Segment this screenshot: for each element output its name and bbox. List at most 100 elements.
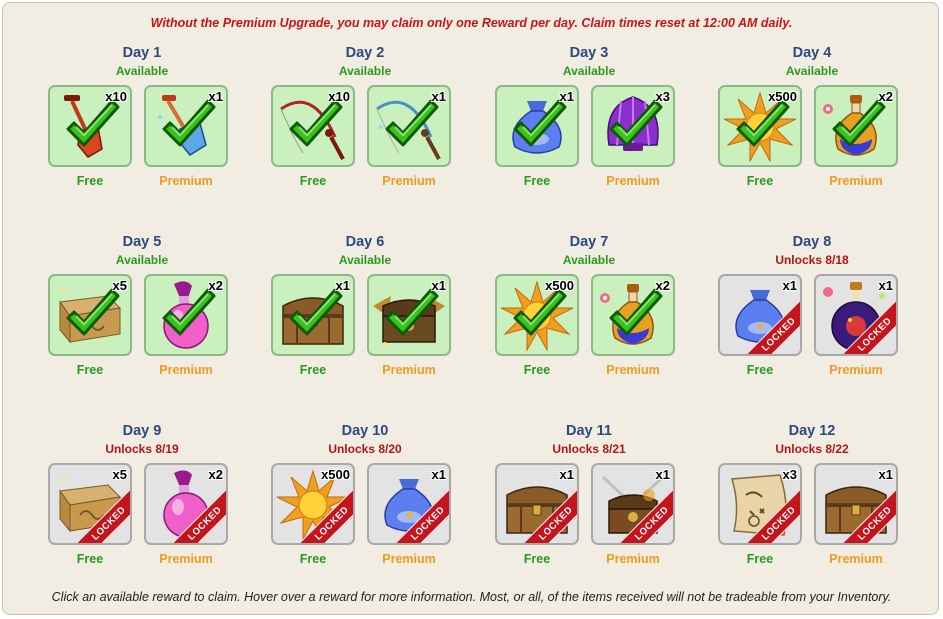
free-reward-tile[interactable]: x1 LOCKED bbox=[495, 463, 579, 545]
item-quantity: x1 bbox=[878, 278, 893, 293]
free-tier-label: Free bbox=[746, 552, 774, 566]
footer-instructions: Click an available reward to claim. Hove… bbox=[51, 590, 892, 604]
premium-reward-tile[interactable]: x2 LOCKED bbox=[144, 463, 228, 545]
free-reward-tile[interactable]: x500 bbox=[718, 85, 802, 167]
day-card: Day 5 Available x5 Free x2 Premium bbox=[42, 234, 242, 394]
day-status: Unlocks 8/19 bbox=[105, 442, 179, 456]
item-quantity: x2 bbox=[208, 467, 223, 482]
item-quantity: x3 bbox=[782, 467, 797, 482]
day-card: Day 1 Available x10 Free x1 Premium bbox=[42, 45, 242, 205]
premium-reward-tile[interactable]: x3 bbox=[591, 85, 675, 167]
day-card: Day 9 Unlocks 8/19 x5 LOCKED Free x2 LOCKED Pre… bbox=[42, 423, 242, 583]
free-tier-label: Free bbox=[746, 174, 774, 188]
premium-tier-label: Premium bbox=[829, 363, 883, 377]
premium-reward-tile[interactable]: x2 bbox=[144, 274, 228, 356]
day-status: Unlocks 8/22 bbox=[775, 442, 849, 456]
item-quantity: x1 bbox=[335, 278, 350, 293]
day-title: Day 11 bbox=[566, 423, 612, 439]
premium-notice: Without the Premium Upgrade, you may cla… bbox=[150, 16, 793, 30]
day-title: Day 12 bbox=[788, 423, 836, 439]
free-tier-label: Free bbox=[523, 363, 551, 377]
free-reward-tile[interactable]: x5 bbox=[48, 274, 132, 356]
day-card: Day 12 Unlocks 8/22 x3 LOCKED Free x1 LOCKED Pr… bbox=[712, 423, 912, 583]
item-quantity: x1 bbox=[559, 89, 574, 104]
premium-reward-tile[interactable]: x1 LOCKED bbox=[591, 463, 675, 545]
premium-reward-tile[interactable]: x1 LOCKED bbox=[367, 463, 451, 545]
free-reward-tile[interactable]: x1 bbox=[271, 274, 355, 356]
premium-reward-tile[interactable]: x2 bbox=[591, 274, 675, 356]
item-quantity: x5 bbox=[112, 278, 127, 293]
item-quantity: x1 bbox=[878, 467, 893, 482]
day-status: Available bbox=[115, 253, 169, 267]
day-card: Day 3 Available x1 Free x3 Premium bbox=[489, 45, 689, 205]
premium-tier-label: Premium bbox=[159, 363, 213, 377]
free-reward-tile[interactable]: x500 LOCKED bbox=[271, 463, 355, 545]
day-status: Available bbox=[562, 253, 616, 267]
day-card: Day 8 Unlocks 8/18 x1 LOCKED Free x1 LOCKED Pre… bbox=[712, 234, 912, 394]
free-tier-label: Free bbox=[76, 552, 104, 566]
item-quantity: x500 bbox=[321, 467, 350, 482]
item-quantity: x2 bbox=[208, 278, 223, 293]
premium-reward-tile[interactable]: x1 bbox=[367, 274, 451, 356]
day-card: Day 2 Available x10 Free x1 Premium bbox=[265, 45, 465, 205]
item-quantity: x2 bbox=[655, 278, 670, 293]
premium-reward-tile[interactable]: x1 bbox=[144, 85, 228, 167]
free-tier-label: Free bbox=[523, 174, 551, 188]
premium-reward-tile[interactable]: x1 LOCKED bbox=[814, 463, 898, 545]
premium-tier-label: Premium bbox=[606, 552, 660, 566]
free-reward-tile[interactable]: x500 bbox=[495, 274, 579, 356]
day-status: Available bbox=[115, 64, 169, 78]
premium-tier-label: Premium bbox=[382, 174, 436, 188]
free-tier-label: Free bbox=[299, 174, 327, 188]
premium-reward-tile[interactable]: x1 LOCKED bbox=[814, 274, 898, 356]
free-reward-tile[interactable]: x5 LOCKED bbox=[48, 463, 132, 545]
item-quantity: x1 bbox=[431, 89, 446, 104]
item-quantity: x1 bbox=[655, 467, 670, 482]
premium-tier-label: Premium bbox=[159, 174, 213, 188]
day-title: Day 6 bbox=[345, 234, 385, 250]
day-title: Day 1 bbox=[122, 45, 162, 61]
day-title: Day 4 bbox=[792, 45, 832, 61]
free-tier-label: Free bbox=[299, 363, 327, 377]
free-tier-label: Free bbox=[523, 552, 551, 566]
day-status: Available bbox=[562, 64, 616, 78]
daily-rewards-panel: Without the Premium Upgrade, you may cla… bbox=[2, 2, 939, 615]
day-title: Day 8 bbox=[792, 234, 832, 250]
premium-tier-label: Premium bbox=[606, 363, 660, 377]
day-status: Unlocks 8/18 bbox=[775, 253, 849, 267]
premium-tier-label: Premium bbox=[382, 552, 436, 566]
day-card: Day 6 Available x1 Free x1 Premium bbox=[265, 234, 465, 394]
day-title: Day 10 bbox=[341, 423, 389, 439]
free-reward-tile[interactable]: x1 LOCKED bbox=[718, 274, 802, 356]
day-title: Day 2 bbox=[345, 45, 385, 61]
premium-reward-tile[interactable]: x1 bbox=[367, 85, 451, 167]
day-title: Day 7 bbox=[569, 234, 609, 250]
day-card: Day 4 Available x500 Free x2 Premium bbox=[712, 45, 912, 205]
day-status: Available bbox=[785, 64, 839, 78]
item-quantity: x3 bbox=[655, 89, 670, 104]
free-reward-tile[interactable]: x1 bbox=[495, 85, 579, 167]
free-tier-label: Free bbox=[746, 363, 774, 377]
free-tier-label: Free bbox=[76, 174, 104, 188]
premium-tier-label: Premium bbox=[606, 174, 660, 188]
day-card: Day 11 Unlocks 8/21 x1 LOCKED Free x1 LOCKED Pr… bbox=[489, 423, 689, 583]
item-quantity: x500 bbox=[545, 278, 574, 293]
day-status: Unlocks 8/21 bbox=[552, 442, 626, 456]
premium-tier-label: Premium bbox=[829, 174, 883, 188]
day-status: Available bbox=[338, 64, 392, 78]
premium-reward-tile[interactable]: x2 bbox=[814, 85, 898, 167]
item-quantity: x10 bbox=[105, 89, 127, 104]
free-reward-tile[interactable]: x3 LOCKED bbox=[718, 463, 802, 545]
item-quantity: x1 bbox=[559, 467, 574, 482]
item-quantity: x1 bbox=[431, 467, 446, 482]
item-quantity: x1 bbox=[431, 278, 446, 293]
day-status: Unlocks 8/20 bbox=[328, 442, 402, 456]
free-reward-tile[interactable]: x10 bbox=[48, 85, 132, 167]
free-reward-tile[interactable]: x10 bbox=[271, 85, 355, 167]
item-quantity: x1 bbox=[782, 278, 797, 293]
item-quantity: x5 bbox=[112, 467, 127, 482]
premium-tier-label: Premium bbox=[159, 552, 213, 566]
free-tier-label: Free bbox=[299, 552, 327, 566]
day-title: Day 3 bbox=[569, 45, 609, 61]
day-title: Day 9 bbox=[122, 423, 162, 439]
